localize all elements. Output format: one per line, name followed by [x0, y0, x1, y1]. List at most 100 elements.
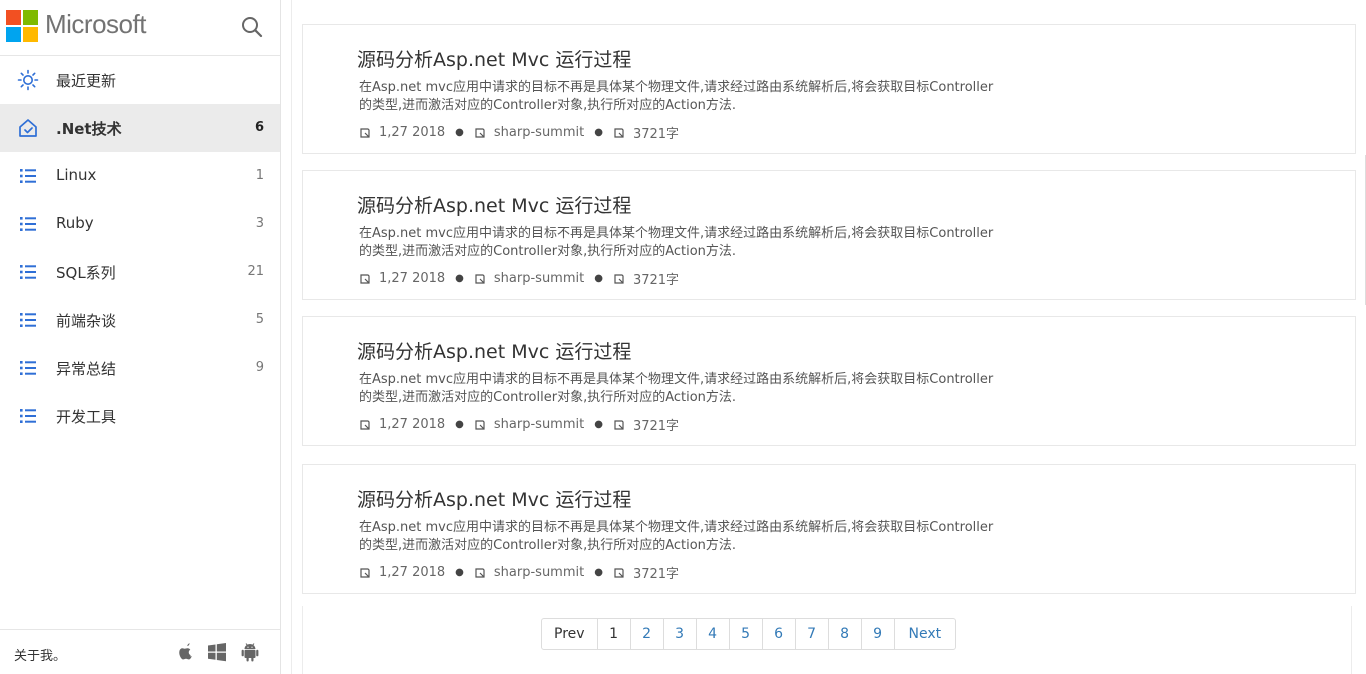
post-title-link[interactable]: 源码分析Asp.net Mvc 运行过程 — [357, 191, 631, 218]
sidebar-item-linux[interactable]: Linux 1 — [0, 152, 280, 200]
sidebar-item-count: 5 — [255, 312, 264, 327]
page-9-button[interactable]: 9 — [862, 619, 895, 649]
page-4-button[interactable]: 4 — [697, 619, 730, 649]
sidebar-item-exceptions[interactable]: 异常总结 9 — [0, 344, 280, 392]
android-icon[interactable] — [240, 641, 260, 663]
pagination-container: Prev 1 2 3 4 5 6 7 8 9 Next — [302, 606, 1352, 674]
calendar-icon — [360, 567, 370, 578]
page-7-button[interactable]: 7 — [796, 619, 829, 649]
meta-separator: ● — [594, 567, 603, 578]
meta-separator: ● — [594, 273, 603, 284]
calendar-icon — [360, 419, 370, 430]
word-count-icon — [614, 419, 624, 430]
windows-icon[interactable] — [207, 641, 227, 663]
post-word-count: 3721字 — [632, 127, 680, 142]
author-icon — [475, 127, 485, 138]
brand-name[interactable]: Microsoft — [45, 9, 146, 40]
microsoft-logo-icon[interactable] — [6, 10, 38, 42]
sidebar-item-frontend[interactable]: 前端杂谈 5 — [0, 296, 280, 344]
meta-separator: ● — [455, 127, 464, 138]
sidebar-item-label: Linux — [56, 166, 97, 184]
sidebar-item-label: .Net技术 — [56, 120, 122, 138]
post-excerpt: 在Asp.net mvc应用中请求的目标不再是具体某个物理文件,请求经过路由系统… — [359, 226, 994, 259]
post-card: 源码分析Asp.net Mvc 运行过程 在Asp.net mvc应用中请求的目… — [302, 316, 1356, 446]
sidebar-item-label: SQL系列 — [56, 264, 116, 282]
post-excerpt: 在Asp.net mvc应用中请求的目标不再是具体某个物理文件,请求经过路由系统… — [359, 372, 994, 405]
post-meta: 1,27 2018 ● sharp-summit ● 3721字 — [359, 123, 679, 142]
home-icon — [19, 119, 37, 137]
post-title-link[interactable]: 源码分析Asp.net Mvc 运行过程 — [357, 337, 631, 364]
sidebar-item-label: 最近更新 — [56, 72, 117, 90]
sidebar: Microsoft 最近更新 .Net技术 6 Linux 1 Ruby 3 S… — [0, 0, 281, 674]
prev-page-button[interactable]: Prev — [542, 619, 598, 649]
pagination: Prev 1 2 3 4 5 6 7 8 9 Next — [541, 618, 957, 650]
post-author[interactable]: sharp-summit — [494, 271, 584, 286]
page-5-button[interactable]: 5 — [730, 619, 763, 649]
sidebar-item-sql[interactable]: SQL系列 21 — [0, 248, 280, 296]
sidebar-header: Microsoft — [0, 0, 280, 56]
calendar-icon — [360, 127, 370, 138]
search-icon[interactable] — [240, 15, 264, 39]
meta-separator: ● — [455, 273, 464, 284]
sun-icon — [17, 69, 39, 91]
sidebar-item-label: Ruby — [56, 214, 94, 232]
page-6-button[interactable]: 6 — [763, 619, 796, 649]
post-date: 1,27 2018 — [379, 417, 446, 432]
page-2-button[interactable]: 2 — [631, 619, 664, 649]
sidebar-item-ruby[interactable]: Ruby 3 — [0, 200, 280, 248]
word-count-icon — [614, 127, 624, 138]
sidebar-item-dotnet[interactable]: .Net技术 6 — [0, 104, 280, 152]
sidebar-item-label: 异常总结 — [56, 360, 117, 378]
sidebar-item-count: 6 — [254, 120, 264, 135]
post-word-count: 3721字 — [632, 419, 680, 434]
post-meta: 1,27 2018 ● sharp-summit ● 3721字 — [359, 415, 679, 434]
post-meta: 1,27 2018 ● sharp-summit ● 3721字 — [359, 563, 679, 582]
post-date: 1,27 2018 — [379, 125, 446, 140]
about-me-link[interactable]: 关于我。 — [14, 645, 66, 664]
post-meta: 1,27 2018 ● sharp-summit ● 3721字 — [359, 269, 679, 288]
post-card: 源码分析Asp.net Mvc 运行过程 在Asp.net mvc应用中请求的目… — [302, 464, 1356, 594]
post-author[interactable]: sharp-summit — [494, 565, 584, 580]
apple-icon[interactable] — [176, 641, 196, 663]
page-3-button[interactable]: 3 — [664, 619, 697, 649]
list-icon — [20, 313, 36, 327]
sidebar-item-count: 9 — [255, 360, 264, 375]
sidebar-item-count: 21 — [247, 264, 264, 279]
list-icon — [20, 361, 36, 375]
meta-separator: ● — [455, 419, 464, 430]
sidebar-item-count: 3 — [255, 216, 264, 231]
post-excerpt: 在Asp.net mvc应用中请求的目标不再是具体某个物理文件,请求经过路由系统… — [359, 520, 994, 553]
post-list: 源码分析Asp.net Mvc 运行过程 在Asp.net mvc应用中请求的目… — [291, 0, 1366, 674]
sidebar-item-count: 1 — [255, 168, 264, 183]
list-icon — [20, 409, 36, 423]
sidebar-item-recent[interactable]: 最近更新 — [0, 56, 280, 104]
sidebar-footer: 关于我。 — [0, 629, 280, 674]
post-author[interactable]: sharp-summit — [494, 125, 584, 140]
meta-separator: ● — [594, 127, 603, 138]
post-card: 源码分析Asp.net Mvc 运行过程 在Asp.net mvc应用中请求的目… — [302, 170, 1356, 300]
word-count-icon — [614, 273, 624, 284]
author-icon — [475, 419, 485, 430]
page-8-button[interactable]: 8 — [829, 619, 862, 649]
post-author[interactable]: sharp-summit — [494, 417, 584, 432]
post-card: 源码分析Asp.net Mvc 运行过程 在Asp.net mvc应用中请求的目… — [302, 24, 1356, 154]
post-word-count: 3721字 — [632, 273, 680, 288]
next-page-button[interactable]: Next — [895, 619, 956, 649]
meta-separator: ● — [455, 567, 464, 578]
post-word-count: 3721字 — [632, 567, 680, 582]
author-icon — [475, 273, 485, 284]
meta-separator: ● — [594, 419, 603, 430]
post-date: 1,27 2018 — [379, 271, 446, 286]
post-date: 1,27 2018 — [379, 565, 446, 580]
sidebar-item-devtools[interactable]: 开发工具 — [0, 392, 280, 440]
post-title-link[interactable]: 源码分析Asp.net Mvc 运行过程 — [357, 45, 631, 72]
author-icon — [475, 567, 485, 578]
list-icon — [20, 217, 36, 231]
list-icon — [20, 169, 36, 183]
sidebar-item-label: 开发工具 — [56, 408, 117, 426]
list-icon — [20, 265, 36, 279]
page-1-button[interactable]: 1 — [598, 619, 631, 649]
post-title-link[interactable]: 源码分析Asp.net Mvc 运行过程 — [357, 485, 631, 512]
category-nav: 最近更新 .Net技术 6 Linux 1 Ruby 3 SQL系列 21 前端… — [0, 56, 280, 440]
sidebar-item-label: 前端杂谈 — [56, 312, 117, 330]
